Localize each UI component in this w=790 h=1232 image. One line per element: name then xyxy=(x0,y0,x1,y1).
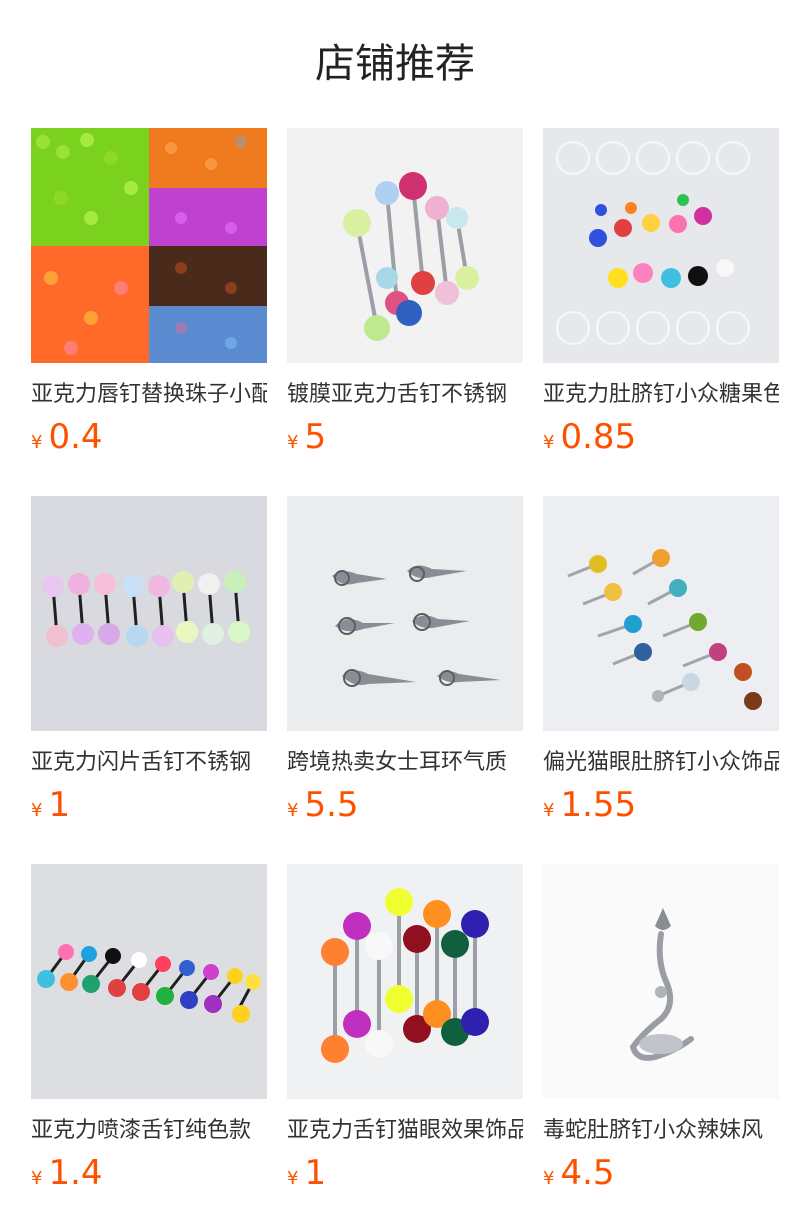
price-value: 1.4 xyxy=(48,1153,103,1193)
product-image[interactable] xyxy=(31,496,267,731)
product-price: ¥4.5 xyxy=(543,1152,615,1194)
price-value: 5.5 xyxy=(304,785,359,825)
product-card[interactable]: 亚克力舌钉猫眼效果饰品 ¥1 xyxy=(287,864,523,1194)
price-value: 5 xyxy=(304,417,327,457)
product-title[interactable]: 亚克力舌钉猫眼效果饰品 xyxy=(287,1116,523,1146)
product-price: ¥5.5 xyxy=(287,784,359,826)
product-card[interactable]: 亚克力闪片舌钉不锈钢 ¥1 xyxy=(31,496,267,826)
product-card[interactable]: 毒蛇肚脐钉小众辣妹风 ¥4.5 xyxy=(543,864,779,1194)
product-price: ¥0.4 xyxy=(31,416,103,458)
currency-symbol: ¥ xyxy=(287,1168,299,1189)
product-image[interactable] xyxy=(31,128,267,363)
product-image[interactable] xyxy=(543,864,779,1099)
currency-symbol: ¥ xyxy=(287,432,299,453)
price-value: 1 xyxy=(48,785,71,825)
product-image[interactable] xyxy=(543,496,779,731)
product-image[interactable] xyxy=(287,496,523,731)
product-price: ¥1 xyxy=(287,1152,326,1194)
currency-symbol: ¥ xyxy=(31,800,43,821)
product-title[interactable]: 镀膜亚克力舌钉不锈钢 xyxy=(287,380,523,410)
product-image[interactable] xyxy=(543,128,779,363)
product-image[interactable] xyxy=(31,864,267,1099)
product-card[interactable]: 亚克力唇钉替换珠子小配件 ¥0.4 xyxy=(31,128,267,458)
product-card[interactable]: 镀膜亚克力舌钉不锈钢 ¥5 xyxy=(287,128,523,458)
product-title[interactable]: 亚克力喷漆舌钉纯色款 xyxy=(31,1116,267,1146)
currency-symbol: ¥ xyxy=(31,432,43,453)
product-image[interactable] xyxy=(287,128,523,363)
product-price: ¥1.55 xyxy=(543,784,636,826)
currency-symbol: ¥ xyxy=(287,800,299,821)
product-image[interactable] xyxy=(287,864,523,1099)
product-title[interactable]: 毒蛇肚脐钉小众辣妹风 xyxy=(543,1116,779,1146)
price-value: 1.55 xyxy=(560,785,637,825)
currency-symbol: ¥ xyxy=(543,432,555,453)
product-title[interactable]: 跨境热卖女士耳环气质 xyxy=(287,748,523,778)
currency-symbol: ¥ xyxy=(543,800,555,821)
price-value: 1 xyxy=(304,1153,327,1193)
product-price: ¥1.4 xyxy=(31,1152,103,1194)
product-card[interactable]: 亚克力喷漆舌钉纯色款 ¥1.4 xyxy=(31,864,267,1194)
product-price: ¥0.85 xyxy=(543,416,636,458)
product-card[interactable]: 偏光猫眼肚脐钉小众饰品 ¥1.55 xyxy=(543,496,779,826)
price-value: 0.85 xyxy=(560,417,637,457)
currency-symbol: ¥ xyxy=(543,1168,555,1189)
currency-symbol: ¥ xyxy=(31,1168,43,1189)
product-price: ¥5 xyxy=(287,416,326,458)
price-value: 0.4 xyxy=(48,417,103,457)
product-card[interactable]: 亚克力肚脐钉小众糖果色 ¥0.85 xyxy=(543,128,779,458)
product-title[interactable]: 偏光猫眼肚脐钉小众饰品 xyxy=(543,748,779,778)
product-card[interactable]: 跨境热卖女士耳环气质 ¥5.5 xyxy=(287,496,523,826)
product-title[interactable]: 亚克力唇钉替换珠子小配件 xyxy=(31,380,267,410)
product-title[interactable]: 亚克力肚脐钉小众糖果色 xyxy=(543,380,779,410)
product-price: ¥1 xyxy=(31,784,70,826)
product-title[interactable]: 亚克力闪片舌钉不锈钢 xyxy=(31,748,267,778)
price-value: 4.5 xyxy=(560,1153,615,1193)
page-title: 店铺推荐 xyxy=(315,41,475,87)
